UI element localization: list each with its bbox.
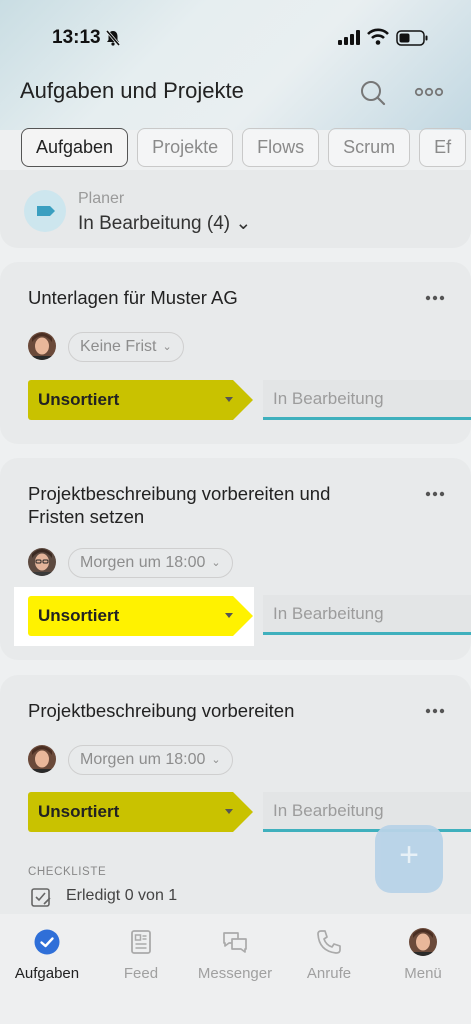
task-title[interactable]: Unterlagen für Muster AG [28, 286, 388, 309]
deadline-text: Morgen um 18:00 [80, 751, 206, 768]
signal-icon [338, 30, 360, 45]
checklist-icon [31, 888, 51, 907]
wifi-icon [367, 28, 389, 45]
tab-label: Aufgaben [14, 965, 80, 982]
feed-icon [131, 930, 151, 954]
avatar-icon [409, 928, 437, 956]
tab-feed[interactable]: Feed [94, 928, 188, 982]
tag-icon [37, 206, 55, 216]
dropdown-caret-icon [225, 613, 233, 618]
task-title[interactable]: Projektbeschreibung vorbereiten [28, 699, 388, 722]
planer-value[interactable]: In Bearbeitung (4) ⌄ [78, 212, 251, 235]
avatar[interactable] [28, 548, 56, 576]
tab-label: Feed [123, 965, 159, 982]
stage-selector[interactable]: Unsortiert [28, 792, 253, 832]
tab-aufgaben[interactable]: Aufgaben [0, 928, 94, 982]
chevron-down-icon: ⌄ [211, 557, 221, 569]
card-more-icon[interactable] [423, 484, 447, 504]
more-options-icon[interactable] [412, 80, 446, 104]
next-stage-label: In Bearbeitung [273, 604, 384, 623]
dropdown-caret-icon [225, 809, 233, 814]
add-task-button[interactable]: + [375, 825, 443, 893]
deadline-pill[interactable]: Morgen um 18:00 ⌄ [68, 745, 233, 775]
planer-icon-circle [24, 190, 66, 232]
deadline-text: Keine Frist [80, 338, 157, 355]
checklist-heading: CHECKLISTE [28, 866, 107, 878]
plus-icon: + [399, 836, 419, 874]
task-title[interactable]: Projektbeschreibung vorbereiten und Fris… [28, 482, 388, 528]
chip-projekte[interactable]: Projekte [137, 128, 234, 167]
tab-menu[interactable]: Menü [376, 928, 470, 982]
deadline-pill[interactable]: Keine Frist ⌄ [68, 332, 184, 362]
page-title: Aufgaben und Projekte [20, 78, 244, 103]
planer-selector[interactable]: Planer In Bearbeitung (4) ⌄ [0, 170, 471, 248]
bottom-tab-bar: Aufgaben Feed Messenger Anrufe Menü [0, 914, 471, 1024]
checklist-progress: Erledigt 0 von 1 [66, 887, 178, 904]
filter-chips: Aufgaben Projekte Flows Scrum Ef [21, 128, 471, 168]
avatar[interactable] [28, 745, 56, 773]
next-stage-label: In Bearbeitung [273, 389, 384, 408]
stage-label: Unsortiert [38, 802, 120, 821]
tab-label: Messenger [197, 965, 273, 982]
avatar[interactable] [28, 332, 56, 360]
chevron-down-icon: ⌄ [162, 341, 172, 353]
stage-selector[interactable]: Unsortiert [28, 380, 253, 420]
next-stage-label: In Bearbeitung [273, 801, 384, 820]
deadline-pill[interactable]: Morgen um 18:00 ⌄ [68, 548, 233, 578]
status-bar: 13:13 [0, 0, 471, 70]
chat-icon [223, 932, 247, 953]
tab-label: Menü [404, 965, 442, 982]
battery-icon [396, 30, 428, 46]
dropdown-caret-icon [225, 397, 233, 402]
check-circle-icon [34, 929, 60, 955]
search-icon[interactable] [358, 78, 388, 108]
next-stage-button[interactable]: In Bearbeitung [263, 380, 471, 420]
chip-flows[interactable]: Flows [242, 128, 320, 167]
status-time: 13:13 [52, 27, 101, 48]
phone-icon [317, 930, 341, 954]
chevron-down-icon: ⌄ [211, 754, 221, 766]
tab-messenger[interactable]: Messenger [188, 928, 282, 982]
card-more-icon[interactable] [423, 701, 447, 721]
stage-label: Unsortiert [38, 606, 120, 625]
chip-aufgaben[interactable]: Aufgaben [21, 128, 129, 167]
deadline-text: Morgen um 18:00 [80, 554, 206, 571]
task-card[interactable]: Unterlagen für Muster AG Keine Frist ⌄ Un… [0, 262, 471, 444]
next-stage-button[interactable]: In Bearbeitung [263, 595, 471, 635]
card-more-icon[interactable] [423, 288, 447, 308]
stage-label: Unsortiert [38, 390, 120, 409]
chip-scrum[interactable]: Scrum [328, 128, 411, 167]
chip-more[interactable]: Ef [419, 128, 467, 167]
tab-label: Anrufe [306, 965, 352, 982]
next-stage-button[interactable]: In Bearbeitung [263, 792, 471, 832]
tab-anrufe[interactable]: Anrufe [282, 928, 376, 982]
bell-muted-icon [105, 30, 121, 46]
stage-selector-highlighted[interactable]: Unsortiert [28, 596, 253, 636]
planer-label: Planer [78, 190, 125, 207]
